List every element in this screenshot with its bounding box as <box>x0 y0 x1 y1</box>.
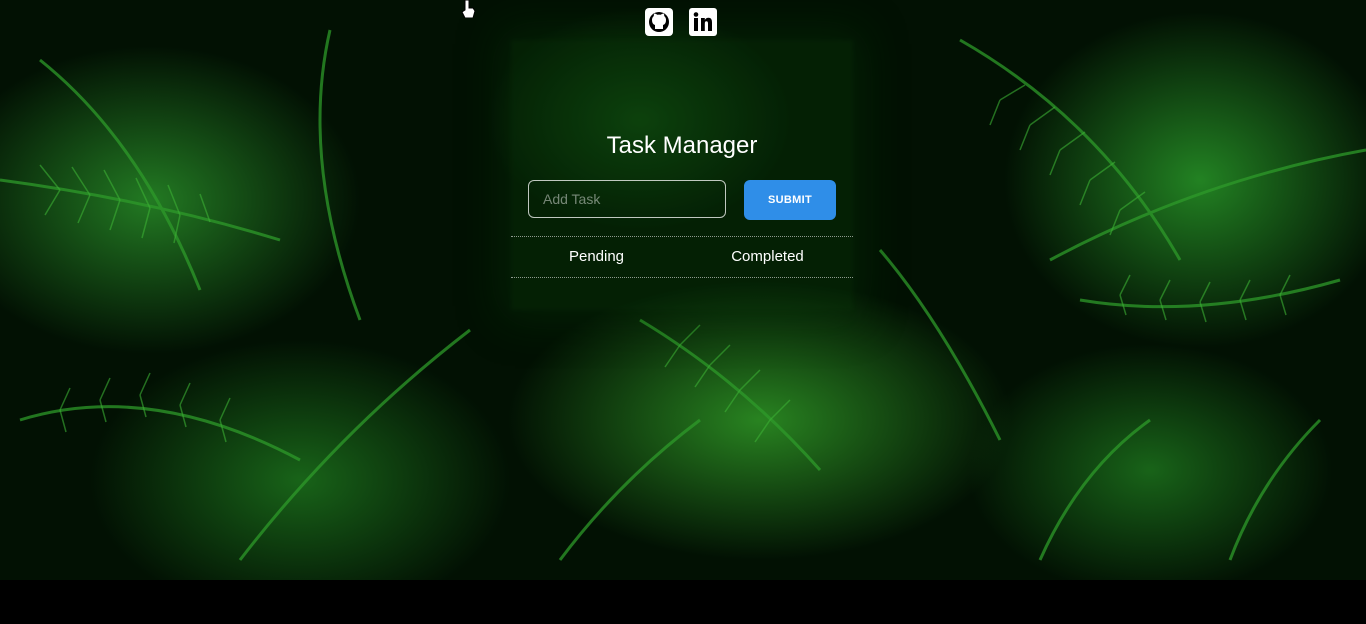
add-task-form: SUBMIT <box>511 180 853 222</box>
page: Task Manager SUBMIT Pending Completed <box>0 0 1366 624</box>
task-manager-card: Task Manager SUBMIT Pending Completed <box>511 128 853 278</box>
task-tabs: Pending Completed <box>511 236 853 278</box>
linkedin-icon[interactable] <box>689 8 717 36</box>
page-title: Task Manager <box>606 132 758 159</box>
social-links <box>645 8 717 36</box>
tab-completed[interactable]: Completed <box>682 237 853 277</box>
tab-pending[interactable]: Pending <box>511 237 682 277</box>
github-icon[interactable] <box>645 8 673 36</box>
hand-cursor-icon <box>461 0 476 18</box>
add-task-input[interactable] <box>528 180 726 218</box>
submit-button[interactable]: SUBMIT <box>744 180 836 220</box>
